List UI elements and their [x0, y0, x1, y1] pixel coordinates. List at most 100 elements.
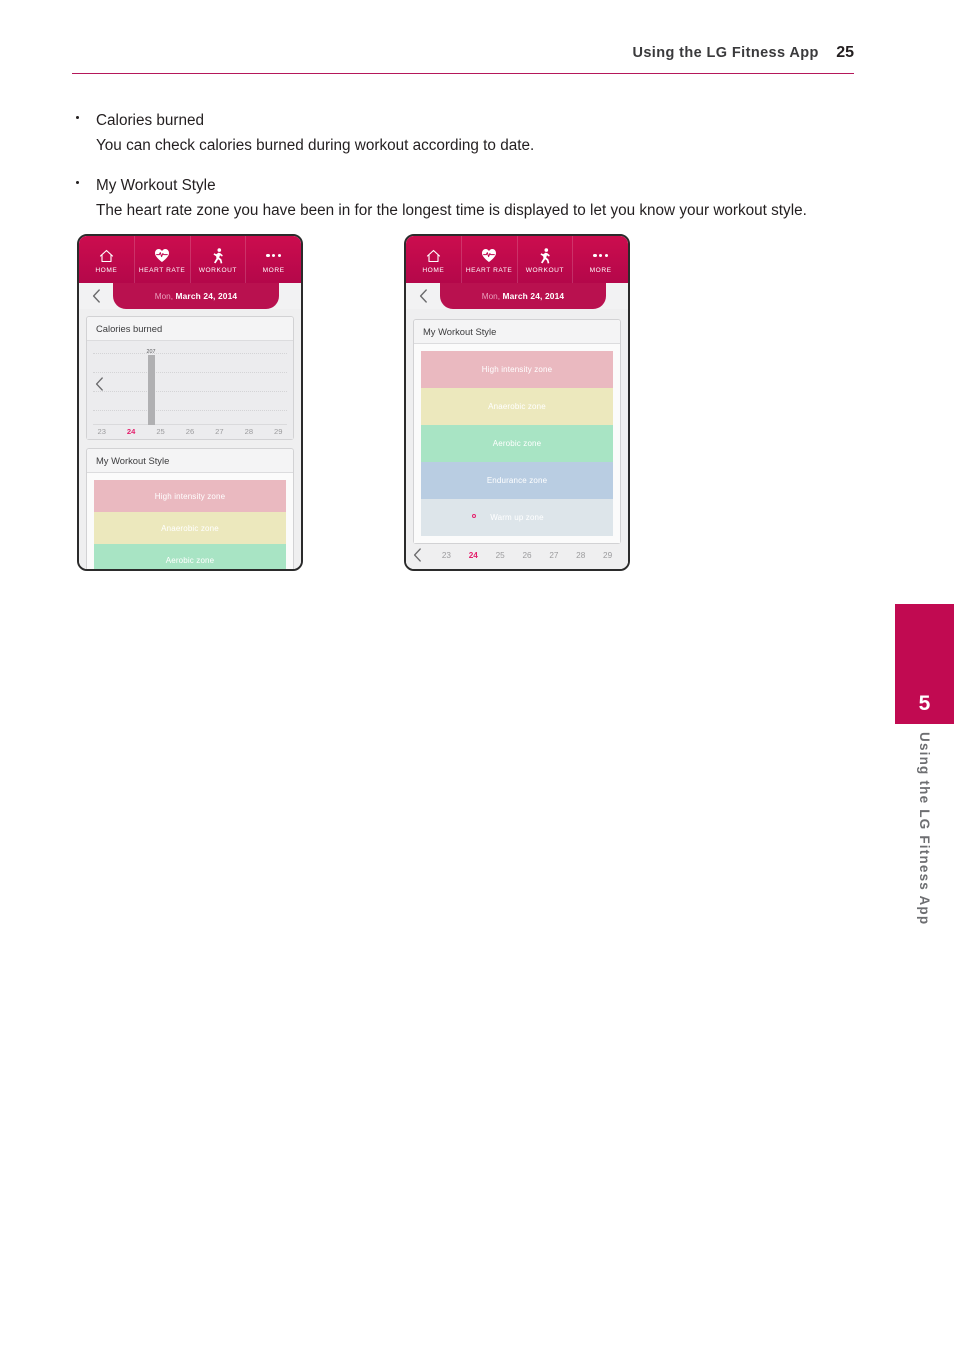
chapter-label-text: Using the LG Fitness App: [917, 732, 932, 926]
calories-bar-chart[interactable]: 207 23 24 25 26 27 28 29: [87, 341, 293, 439]
tab-label: WORKOUT: [198, 267, 238, 274]
chart-gridline: [93, 372, 287, 373]
tab-heart-rate[interactable]: HEART RATE: [135, 236, 191, 283]
home-icon: [99, 247, 114, 264]
zone-label: Aerobic zone: [492, 439, 542, 448]
bullet-dot-icon: [76, 181, 80, 185]
chart-x-axis: 23 24 25 26 27 28 29: [87, 425, 293, 439]
tab-workout[interactable]: WORKOUT: [191, 236, 247, 283]
chart-gridline: [93, 353, 287, 354]
zone-label: Anaerobic zone: [161, 523, 219, 533]
date-value: March 24, 2014: [502, 291, 565, 301]
zone-label: High intensity zone: [481, 365, 553, 374]
bullet-title: My Workout Style: [96, 177, 216, 194]
date-strip-item[interactable]: 23: [433, 551, 460, 560]
body-copy: Calories burned You can check calories b…: [72, 108, 862, 226]
bullet-item: Calories burned You can check calories b…: [72, 108, 862, 158]
zone-high-intensity[interactable]: High intensity zone: [421, 351, 613, 388]
date-strip-item[interactable]: 27: [540, 551, 567, 560]
tab-home[interactable]: HOME: [79, 236, 135, 283]
chart-prev-chevron-left-icon[interactable]: [95, 377, 104, 396]
phone-mockup-workout-style: HOME HEART RATE WORKOUT MORE Mon, March …: [404, 234, 630, 571]
x-tick[interactable]: 23: [87, 425, 116, 439]
x-tick[interactable]: 29: [264, 425, 293, 439]
bullet-text: You can check calories burned during wor…: [96, 137, 535, 154]
zone-stack: High intensity zone Anaerobic zone Aerob…: [87, 473, 293, 569]
heart-rate-icon: [481, 247, 497, 264]
x-tick[interactable]: 28: [234, 425, 263, 439]
bullet-title: Calories burned: [96, 112, 204, 129]
zone-label: High intensity zone: [154, 491, 226, 501]
card-title: My Workout Style: [414, 320, 620, 344]
zone-label: Endurance zone: [486, 476, 548, 485]
bullet-item: My Workout Style The heart rate zone you…: [72, 173, 862, 223]
chart-gridline: [93, 410, 287, 411]
x-tick[interactable]: 27: [205, 425, 234, 439]
tab-label: MORE: [262, 267, 285, 274]
date-strip-chevron-left-icon[interactable]: [413, 548, 433, 562]
phone-mockup-calories: HOME HEART RATE WORKOUT MORE Mon, March …: [77, 234, 303, 571]
current-zone-marker-icon: [472, 514, 476, 518]
page-header: Using the LG Fitness App 25: [72, 44, 854, 62]
date-strip-item[interactable]: 26: [514, 551, 541, 560]
tab-label: HOME: [422, 267, 445, 274]
card-title: Calories burned: [87, 317, 293, 341]
tab-workout[interactable]: WORKOUT: [518, 236, 574, 283]
workout-runner-icon: [538, 247, 551, 264]
back-chevron-left-icon[interactable]: [406, 289, 440, 303]
more-dots-icon: [593, 247, 608, 264]
zone-label: Anaerobic zone: [488, 402, 546, 411]
zone-aerobic[interactable]: Aerobic zone: [94, 544, 286, 569]
page-title: Using the LG Fitness App: [632, 45, 819, 61]
home-icon: [426, 247, 441, 264]
more-dots-icon: [266, 247, 281, 264]
date-strip-item[interactable]: 25: [487, 551, 514, 560]
heart-rate-icon: [154, 247, 170, 264]
zone-endurance[interactable]: Endurance zone: [421, 462, 613, 499]
x-tick[interactable]: 26: [175, 425, 204, 439]
zone-anaerobic[interactable]: Anaerobic zone: [421, 388, 613, 425]
tab-heart-rate[interactable]: HEART RATE: [462, 236, 518, 283]
zone-anaerobic[interactable]: Anaerobic zone: [94, 512, 286, 544]
zone-label: Warm up zone: [490, 513, 544, 522]
date-bar: Mon, March 24, 2014: [406, 283, 628, 309]
tab-label: HEART RATE: [138, 267, 186, 274]
tab-home[interactable]: HOME: [406, 236, 462, 283]
tab-label: HOME: [95, 267, 118, 274]
date-strip-item-selected[interactable]: 24: [460, 551, 487, 560]
header-rule: [72, 73, 854, 75]
tab-bar: HOME HEART RATE WORKOUT MORE: [79, 236, 301, 283]
date-dayofweek: Mon,: [481, 291, 500, 301]
x-tick[interactable]: 25: [146, 425, 175, 439]
bullet-text: The heart rate zone you have been in for…: [96, 202, 807, 219]
chart-gridline: [93, 391, 287, 392]
tab-more[interactable]: MORE: [573, 236, 628, 283]
date-strip-item[interactable]: 29: [594, 551, 621, 560]
card-my-workout-style: My Workout Style High intensity zone Ana…: [86, 448, 294, 569]
tab-bar: HOME HEART RATE WORKOUT MORE: [406, 236, 628, 283]
tab-label: WORKOUT: [525, 267, 565, 274]
chapter-number: 5: [918, 692, 931, 715]
date-strip-item[interactable]: 28: [567, 551, 594, 560]
date-strip: 23 24 25 26 27 28 29: [406, 544, 628, 566]
page-number: 25: [836, 44, 854, 61]
zone-label: Aerobic zone: [165, 555, 215, 565]
tab-more[interactable]: MORE: [246, 236, 301, 283]
card-my-workout-style: My Workout Style High intensity zone Ana…: [413, 319, 621, 544]
zone-aerobic[interactable]: Aerobic zone: [421, 425, 613, 462]
back-chevron-left-icon[interactable]: [79, 289, 113, 303]
zone-high-intensity[interactable]: High intensity zone: [94, 480, 286, 512]
tab-label: HEART RATE: [465, 267, 513, 274]
card-title: My Workout Style: [87, 449, 293, 473]
bullet-dot-icon: [76, 116, 80, 120]
tab-label: MORE: [589, 267, 612, 274]
workout-runner-icon: [211, 247, 224, 264]
date-pill[interactable]: Mon, March 24, 2014: [440, 283, 606, 309]
date-pill[interactable]: Mon, March 24, 2014: [113, 283, 279, 309]
zone-stack: High intensity zone Anaerobic zone Aerob…: [414, 344, 620, 543]
bar-24[interactable]: [147, 355, 155, 425]
zone-warm-up[interactable]: Warm up zone: [421, 499, 613, 536]
date-bar: Mon, March 24, 2014: [79, 283, 301, 309]
x-tick-selected[interactable]: 24: [116, 425, 145, 439]
date-dayofweek: Mon,: [154, 291, 173, 301]
